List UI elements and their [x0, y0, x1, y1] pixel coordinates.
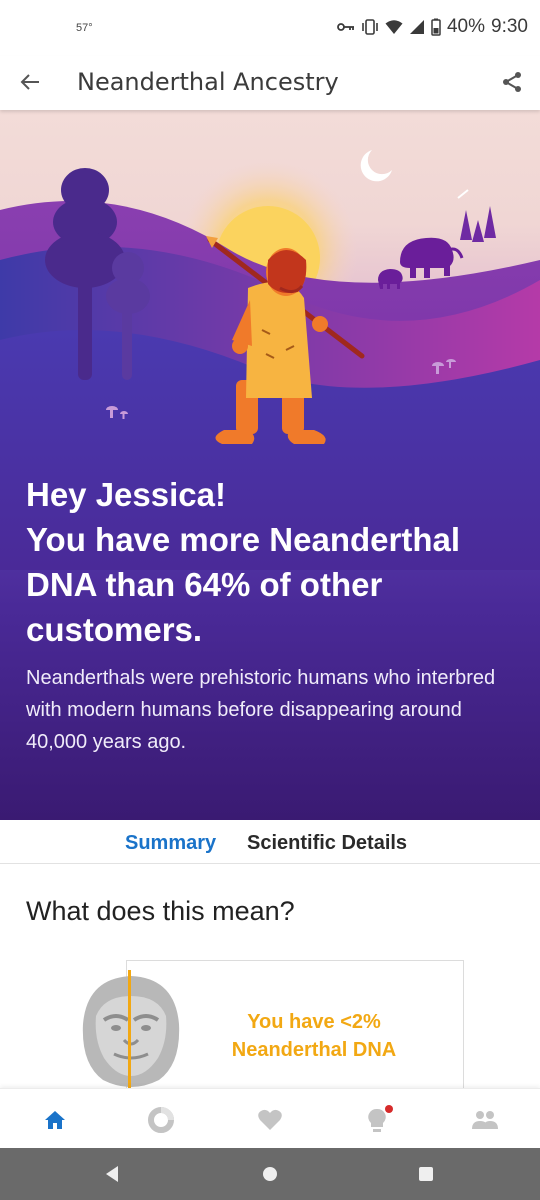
insights-icon: [368, 1105, 393, 1132]
share-icon: [503, 72, 521, 92]
hero-heading-line: DNA than 64% of other: [26, 566, 383, 603]
triangle-back-icon: [106, 1166, 118, 1182]
dna-result-line: Neanderthal DNA: [231, 1039, 397, 1061]
system-back-button[interactable]: [102, 1164, 122, 1184]
hero-banner: Hey Jessica! You have more Neanderthal D…: [0, 110, 540, 820]
page-title: Neanderthal Ancestry: [77, 68, 339, 96]
share-button[interactable]: [496, 66, 528, 98]
status-bar: 57° 40% 9:30: [0, 0, 540, 56]
nav-home[interactable]: [40, 1105, 70, 1135]
health-icon: [258, 1109, 282, 1130]
home-icon: [45, 1111, 65, 1129]
hero-heading-line: Hey Jessica!: [26, 476, 226, 513]
battery-percent: 40%: [446, 16, 486, 37]
nav-health[interactable]: [255, 1105, 285, 1135]
back-button[interactable]: [14, 66, 46, 98]
section-title: What does this mean?: [26, 896, 295, 926]
key-icon: [337, 21, 355, 33]
tab-scientific-details[interactable]: Scientific Details: [247, 832, 407, 855]
hero-heading: Hey Jessica! You have more Neanderthal D…: [26, 472, 526, 652]
ancestry-icon: [148, 1107, 174, 1133]
back-arrow-icon: [20, 74, 39, 90]
dna-result-line: You have <2%: [247, 1011, 381, 1033]
clock: 9:30: [491, 16, 528, 37]
moon-icon: [360, 150, 392, 182]
square-recents-icon: [419, 1167, 433, 1181]
status-icons: 40% 9:30: [337, 16, 528, 38]
nav-insights[interactable]: [364, 1105, 394, 1135]
nav-ancestry[interactable]: [146, 1105, 176, 1135]
circle-home-icon: [263, 1167, 277, 1181]
system-recents-button[interactable]: [416, 1164, 436, 1184]
system-home-button[interactable]: [260, 1164, 280, 1184]
hero-heading-line: customers.: [26, 611, 203, 648]
neanderthal-face-icon: [82, 970, 180, 1090]
system-navigation-bar: [0, 1148, 540, 1200]
dna-result-text: You have <2% Neanderthal DNA: [196, 1008, 432, 1064]
temperature-label: 57°: [76, 22, 93, 34]
battery-icon: [431, 18, 441, 36]
signal-icon: [409, 19, 425, 35]
tab-bar: Summary Scientific Details: [0, 820, 540, 864]
notification-dot: [385, 1105, 393, 1113]
hero-description: Neanderthals were prehistoric humans who…: [26, 667, 496, 753]
nav-family[interactable]: [470, 1105, 500, 1135]
tab-summary[interactable]: Summary: [125, 832, 216, 855]
wifi-icon: [385, 19, 403, 35]
family-icon: [472, 1111, 498, 1129]
app-bar: Neanderthal Ancestry: [0, 56, 540, 110]
hero-heading-line: You have more Neanderthal: [26, 521, 461, 558]
bottom-navigation: [0, 1088, 540, 1148]
vibrate-icon: [361, 19, 379, 35]
